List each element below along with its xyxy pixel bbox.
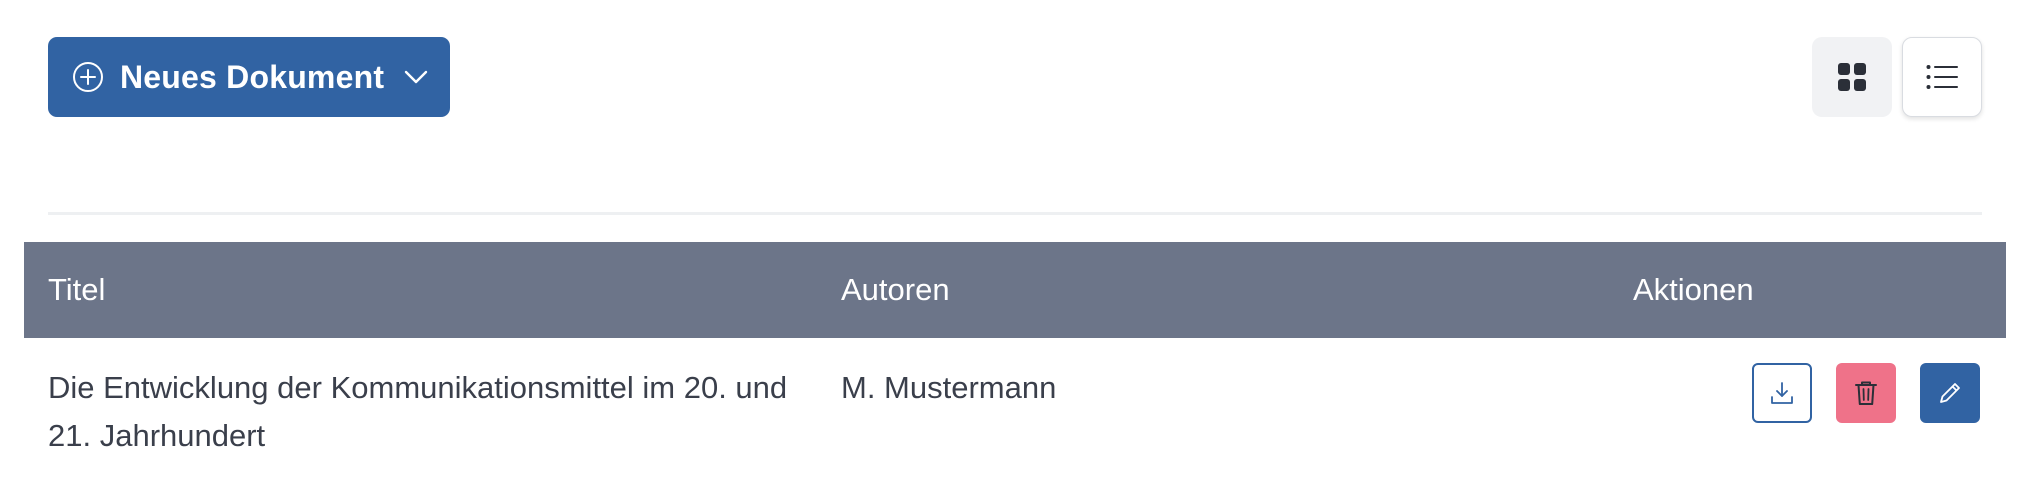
toolbar-divider xyxy=(48,212,1982,215)
trash-icon xyxy=(1855,381,1877,405)
grid-icon xyxy=(1838,63,1866,91)
document-authors: M. Mustermann xyxy=(841,370,1057,405)
edit-button[interactable] xyxy=(1920,363,1980,423)
table-row: Die Entwicklung der Kommunikationsmittel… xyxy=(24,338,2006,486)
document-title: Die Entwicklung der Kommunikationsmittel… xyxy=(48,370,788,453)
plus-circle-icon xyxy=(73,62,103,92)
table-header: Titel Autoren Aktionen xyxy=(24,242,2006,338)
list-icon xyxy=(1926,65,1958,89)
grid-view-toggle[interactable] xyxy=(1812,37,1892,117)
new-document-button[interactable]: Neues Dokument xyxy=(48,37,450,117)
download-icon xyxy=(1771,382,1793,404)
new-document-label: Neues Dokument xyxy=(120,58,385,95)
column-header-actions: Aktionen xyxy=(1633,272,1754,307)
documents-page: Neues Dokument Titel Autoren Aktionen Di… xyxy=(0,0,2024,486)
column-header-authors[interactable]: Autoren xyxy=(841,242,950,338)
pencil-icon xyxy=(1940,383,1960,403)
chevron-down-icon xyxy=(405,70,428,84)
list-view-toggle[interactable] xyxy=(1902,37,1982,117)
download-button[interactable] xyxy=(1752,363,1812,423)
column-header-title[interactable]: Titel xyxy=(48,242,105,338)
delete-button[interactable] xyxy=(1836,363,1896,423)
